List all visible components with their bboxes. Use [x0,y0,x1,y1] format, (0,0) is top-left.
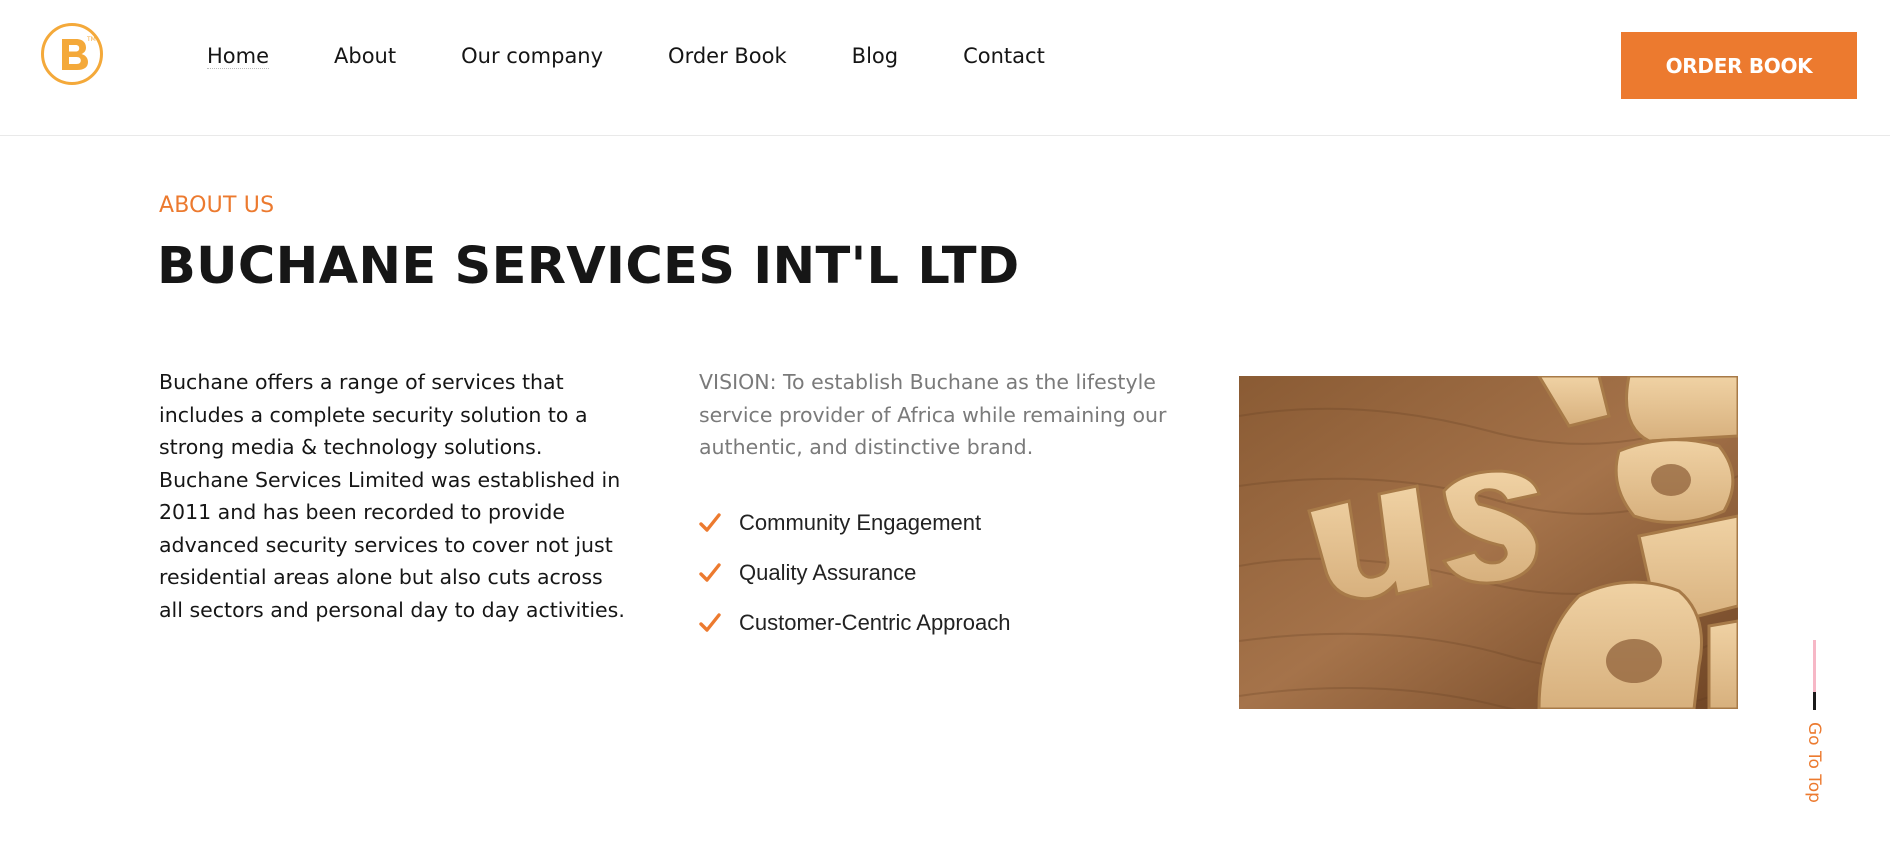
feature-list: Community Engagement Quality Assurance C… [699,498,1010,648]
order-book-button[interactable]: ORDER BOOK [1621,32,1857,99]
svg-text:TM: TM [86,36,96,43]
scroll-progress-track [1813,640,1816,692]
nav-blog[interactable]: Blog [852,44,898,68]
main-nav: Home About Our company Order Book Blog C… [207,38,1110,74]
logo-icon: TM [41,23,103,85]
vision-statement: VISION: To establish Buchane as the life… [699,370,1167,459]
list-item: Community Engagement [699,498,1010,548]
nav-our-company[interactable]: Our company [461,44,603,68]
list-item: Quality Assurance [699,548,1010,598]
go-to-top-label: Go To Top [1804,722,1824,803]
page-title: BUCHANE SERVICES INT'L LTD [157,237,1020,296]
feature-label: Quality Assurance [739,560,917,585]
check-icon [699,563,721,582]
check-icon [699,513,721,532]
about-us-photo [1239,376,1738,709]
nav-about[interactable]: About [334,44,396,68]
brand-logo[interactable]: TM [40,22,104,86]
list-item: Customer-Centric Approach [699,598,1010,648]
feature-label: Customer-Centric Approach [739,610,1011,635]
wooden-letters-image [1239,376,1738,709]
go-to-top-button[interactable]: Go To Top [1800,640,1830,810]
section-eyebrow: ABOUT US [159,193,275,218]
nav-contact[interactable]: Contact [963,44,1045,68]
feature-label: Community Engagement [739,510,982,535]
nav-home[interactable]: Home [207,44,270,69]
scroll-progress-indicator [1813,692,1816,710]
site-header: TM Home About Our company Order Book Blo… [0,0,1890,136]
check-icon [699,613,721,632]
nav-order-book[interactable]: Order Book [668,44,787,68]
intro-paragraph: Buchane offers a range of services that … [159,370,625,622]
